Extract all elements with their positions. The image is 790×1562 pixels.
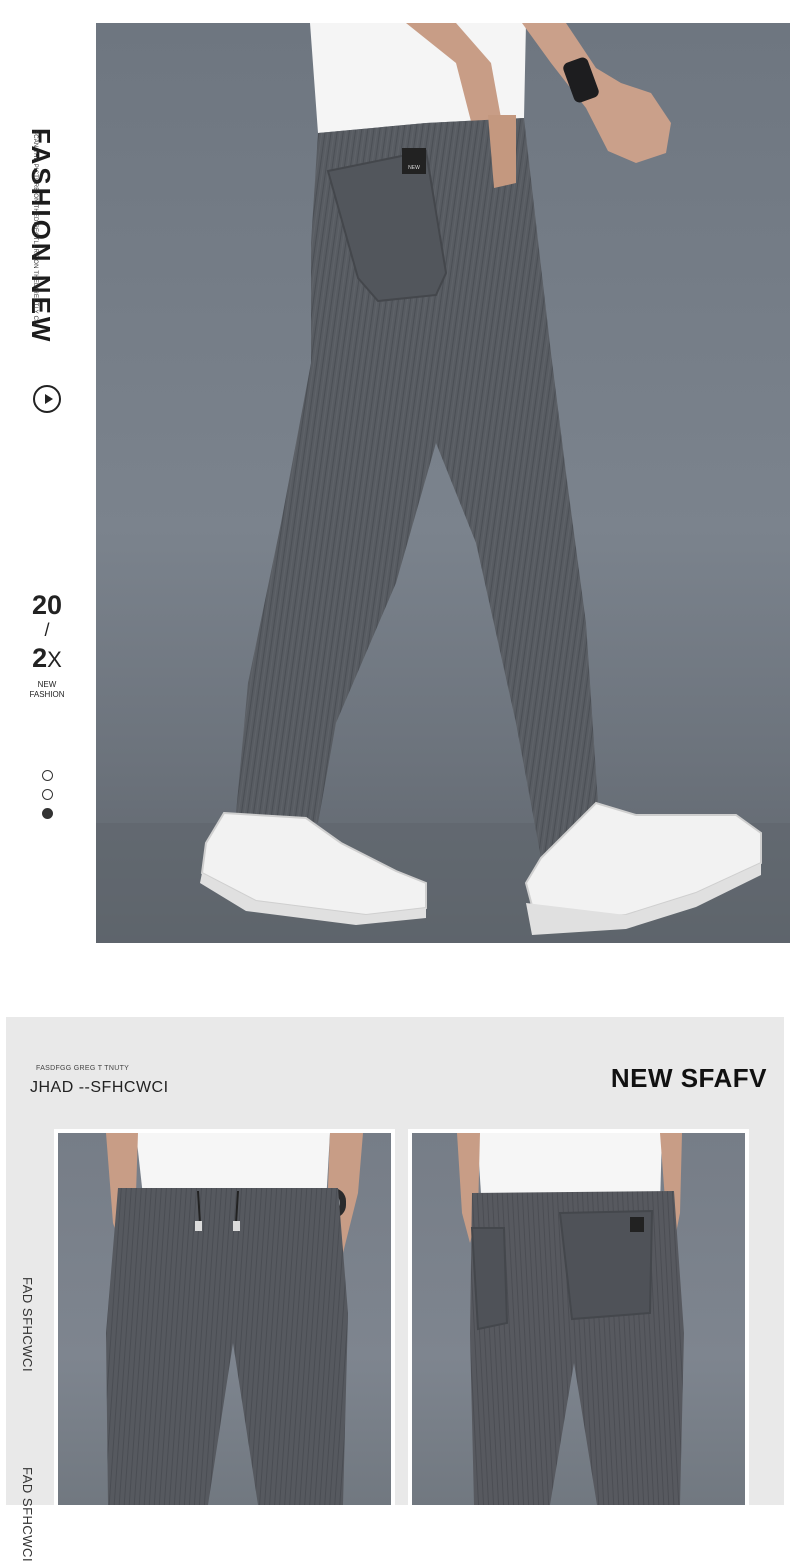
year-bottom: 2X (18, 643, 76, 674)
detail-code: JHAD --SFHCWCI (30, 1079, 169, 1096)
badge-line-1: NEW (37, 680, 57, 689)
hero-photo-illustration: NEW (96, 23, 790, 943)
front-view-image (58, 1133, 391, 1505)
carousel-dot-3-active[interactable] (42, 808, 53, 819)
year-bottom-digit: 2 (32, 643, 48, 673)
carousel-dot-1[interactable] (42, 770, 53, 781)
new-fashion-badge: NEW FASHION (18, 680, 76, 700)
year-slash: / (44, 620, 50, 640)
year-suffix: X (47, 647, 62, 672)
back-view-image (412, 1133, 745, 1505)
side-label-2: FAD SFHCWCI (20, 1467, 35, 1562)
vertical-title-text: FASHION NEW (26, 128, 56, 345)
back-view-illustration (457, 1133, 684, 1505)
badge-line-2: FASHION (29, 690, 65, 699)
carousel-dot-2[interactable] (42, 789, 53, 800)
year-top: 20 (31, 590, 63, 620)
detail-title: NEW SFAFV (610, 1063, 767, 1093)
hero-product-photo: NEW (96, 23, 790, 943)
fashion-new-vertical-title: FASHION NEW SCAN THE PICTURE ON THEDIREC… (26, 128, 70, 344)
front-view-photo (54, 1129, 395, 1505)
front-view-illustration (106, 1133, 363, 1505)
back-view-photo (408, 1129, 749, 1505)
detail-small-caption: FASDFGG GREG T TNUTY (36, 1065, 130, 1072)
pocket-label: NEW (408, 165, 420, 171)
play-button[interactable] (33, 385, 61, 413)
side-label-1: FAD SFHCWCI (20, 1277, 35, 1373)
vertical-subtitle-text: SCAN THE PICTURE ON THEDIRECTLURE ON THE… (32, 130, 38, 326)
